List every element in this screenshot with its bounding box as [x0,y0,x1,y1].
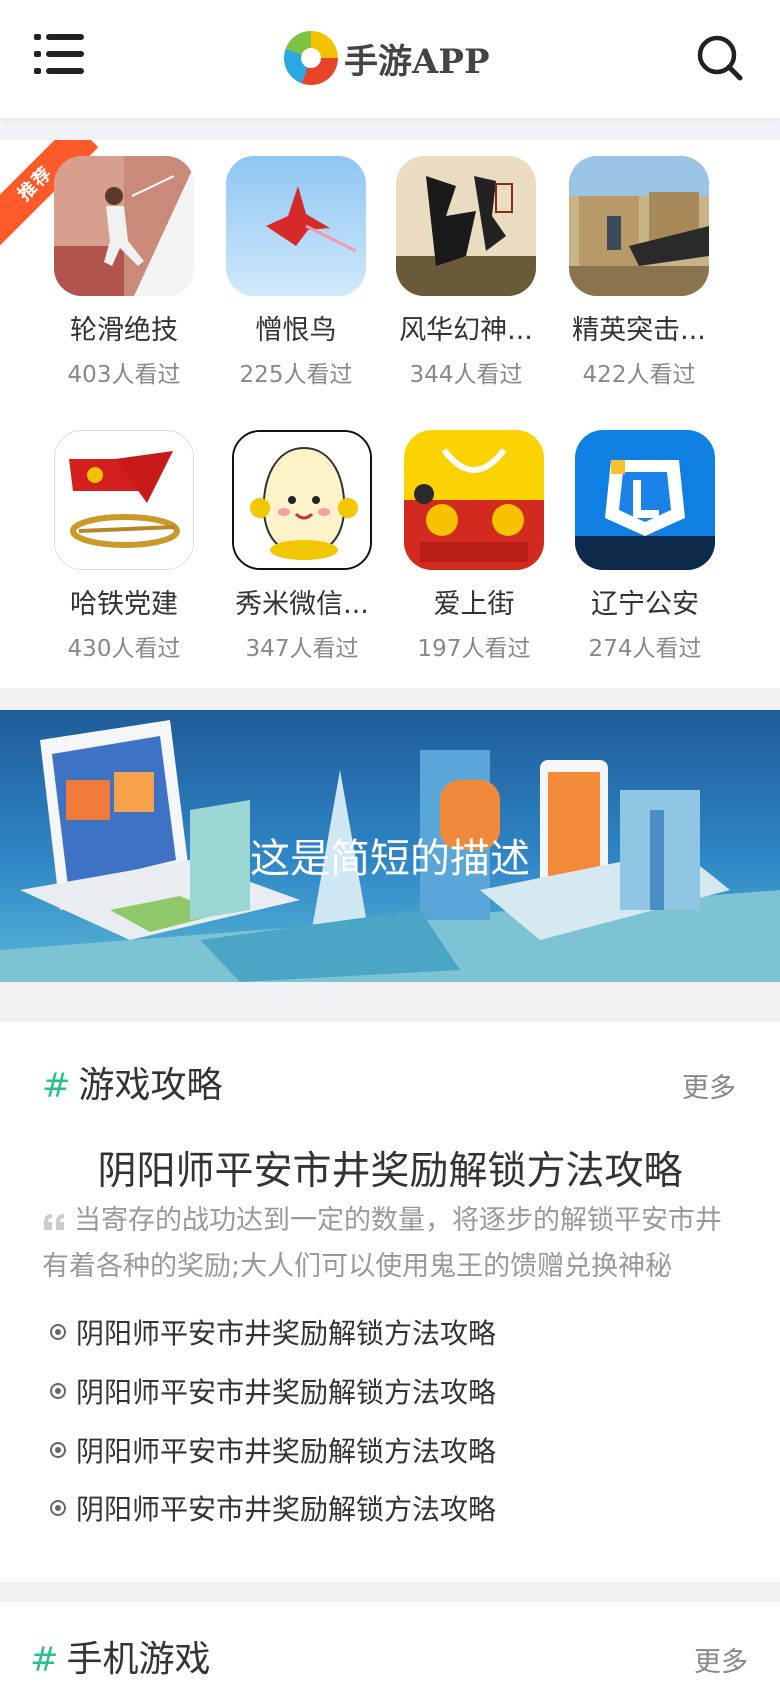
quote-icon [44,1213,64,1230]
app-name: 秀米微信... [235,589,369,620]
article-link-text: 阴阳师平安市井奖励解锁方法攻略 [76,1376,497,1409]
app-name: 辽宁公安 [591,589,699,620]
app-views: 422人看过 [582,362,696,388]
app-icon-angry-bird [226,156,366,296]
bullet-icon [50,1324,66,1340]
app-card[interactable]: 秀米微信... 347人看过 [217,430,387,663]
app-card[interactable]: 憎恨鸟 225人看过 [211,156,381,389]
app-card[interactable]: 辽宁公安 274人看过 [560,430,730,663]
app-icon-party-building [54,430,194,570]
section-title: # 游戏攻略 [42,1056,223,1108]
top-header: 手游APP [0,0,780,118]
bullet-icon [50,1442,66,1458]
search-icon[interactable] [696,34,744,82]
bullet-icon [50,1383,66,1399]
article-link-text: 阴阳师平安市井奖励解锁方法攻略 [76,1493,497,1526]
app-icon-xiumi [232,430,372,570]
app-views: 274人看过 [588,636,702,662]
recommended-apps-panel: 推荐 轮滑绝技 403人看过 憎恨鸟 225人看过 风华幻神... 344人看过… [0,140,780,688]
bullet-icon [50,1500,66,1516]
section-title-text: 手机游戏 [66,1639,211,1680]
hash-icon: # [30,1640,59,1680]
menu-icon[interactable] [34,32,84,76]
app-card[interactable]: 精英突击... 422人看过 [554,156,724,389]
app-icon-liaoning-police [575,430,715,570]
promo-banner[interactable]: 这是简短的描述 [0,710,780,982]
app-card[interactable]: 爱上街 197人看过 [389,430,559,663]
article-link-text: 阴阳师平安市井奖励解锁方法攻略 [76,1435,497,1468]
app-name: 风华幻神... [399,315,533,346]
app-icon-fantasy-game [396,156,536,296]
more-link[interactable]: 更多 [682,1066,736,1105]
app-name: 哈铁党建 [70,589,178,620]
app-views: 430人看过 [67,636,181,662]
app-name: 憎恨鸟 [255,315,337,346]
featured-article-title[interactable]: 阴阳师平安市井奖励解锁方法攻略 [0,1140,780,1196]
section-title-text: 游戏攻略 [78,1065,223,1106]
article-link[interactable]: 阴阳师平安市井奖励解锁方法攻略 [50,1371,496,1411]
logo-icon [284,31,338,85]
article-link-text: 阴阳师平安市井奖励解锁方法攻略 [76,1317,497,1350]
game-guides-section: # 游戏攻略 更多 阴阳师平安市井奖励解锁方法攻略 当寄存的战功达到一定的数量，将… [0,1022,780,1582]
app-card[interactable]: 哈铁党建 430人看过 [39,430,209,663]
app-card[interactable]: 风华幻神... 344人看过 [381,156,551,389]
app-name: 精英突击... [572,315,706,346]
mobile-games-section: # 手机游戏 更多 [0,1602,780,1688]
app-views: 403人看过 [67,362,181,388]
banner-caption: 这是简短的描述 [250,836,530,882]
app-icon-aishangjie [404,430,544,570]
more-link[interactable]: 更多 [694,1640,748,1679]
article-link[interactable]: 阴阳师平安市井奖励解锁方法攻略 [50,1430,496,1470]
app-views: 344人看过 [409,362,523,388]
app-name: 爱上街 [433,589,515,620]
app-icon-roller-skating [54,156,194,296]
summary-text: 当寄存的战功达到一定的数量，将逐步的解锁平安市井有着各种的奖励;大人们可以使用鬼… [42,1205,722,1282]
brand-logo[interactable]: 手游APP [284,28,490,88]
app-views: 225人看过 [239,362,353,388]
article-link[interactable]: 阴阳师平安市井奖励解锁方法攻略 [50,1312,496,1352]
app-name: 轮滑绝技 [70,315,178,346]
brand-name: 手游APP [344,41,490,82]
app-card[interactable]: 轮滑绝技 403人看过 [39,156,209,389]
app-views: 347人看过 [245,636,359,662]
featured-article-summary: 当寄存的战功达到一定的数量，将逐步的解锁平安市井有着各种的奖励;大人们可以使用鬼… [42,1198,732,1290]
article-link[interactable]: 阴阳师平安市井奖励解锁方法攻略 [50,1488,496,1528]
hash-icon: # [42,1066,71,1106]
section-title: # 手机游戏 [30,1630,211,1682]
app-views: 197人看过 [417,636,531,662]
app-icon-shooter-game [569,156,709,296]
